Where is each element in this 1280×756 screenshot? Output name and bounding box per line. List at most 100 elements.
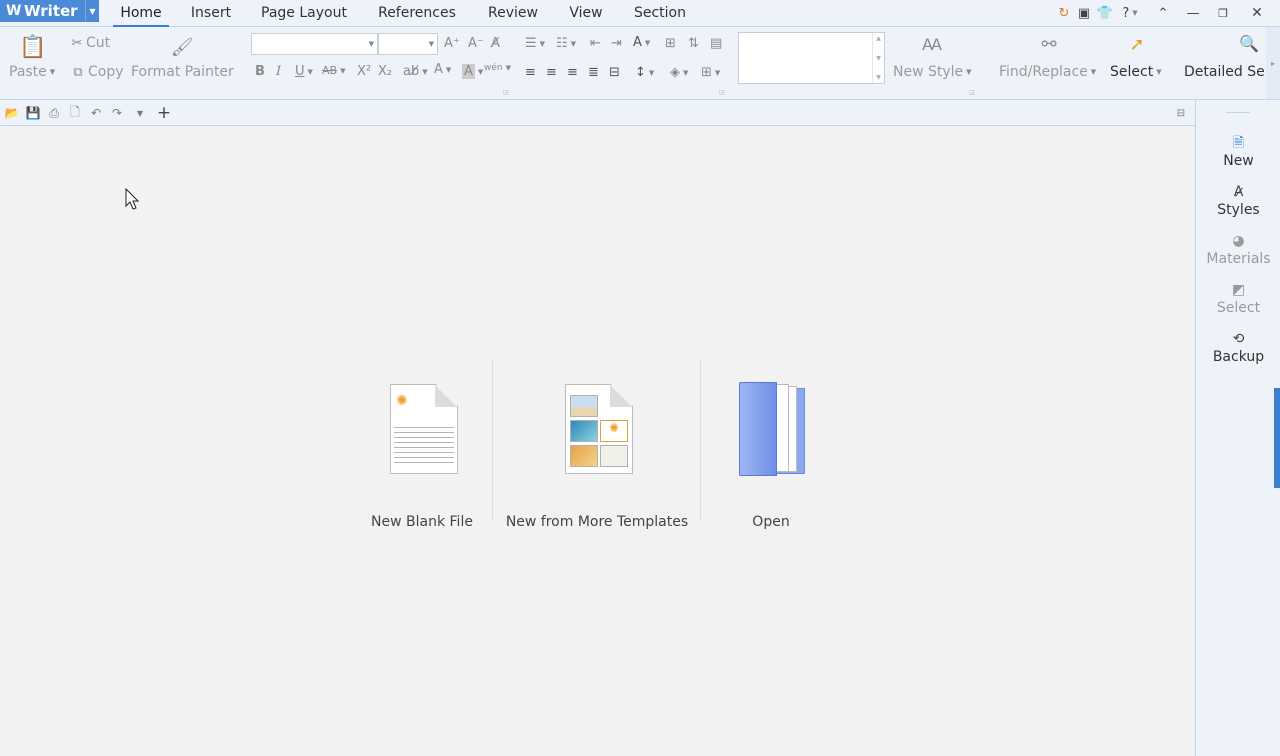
minimize-icon[interactable]: —: [1185, 4, 1201, 22]
brush-icon[interactable]: 🖌: [170, 33, 194, 61]
find-replace-button[interactable]: Find/Replace ▼: [999, 64, 1096, 80]
numbering-icon[interactable]: ☷ ▼: [556, 36, 576, 51]
styles-dialog-launcher[interactable]: ◲: [969, 89, 975, 96]
undo-icon[interactable]: ↶: [88, 105, 104, 121]
customize-toolbar-icon[interactable]: ▼: [132, 105, 148, 121]
style-gallery[interactable]: ▲ ▼ ▼: [738, 32, 885, 84]
tab-list-icon[interactable]: ⊟: [1173, 105, 1189, 121]
shrink-font-icon[interactable]: A⁻: [468, 36, 484, 51]
font-name-combo[interactable]: ▼: [251, 33, 378, 55]
italic-button[interactable]: I: [276, 64, 281, 79]
styles-icon: A̷: [1233, 184, 1244, 200]
grow-font-icon[interactable]: A⁺: [444, 36, 460, 51]
new-tab-plus-icon[interactable]: +: [156, 103, 172, 123]
tab-section[interactable]: Section: [629, 0, 691, 27]
new-from-templates-button[interactable]: ✺ New from More Templates: [497, 377, 697, 537]
increase-indent-icon[interactable]: ⇥: [611, 36, 622, 51]
sidebar-item-backup[interactable]: ⟲ Backup: [1196, 329, 1280, 365]
align-left-icon[interactable]: ≡: [525, 65, 536, 80]
format-painter-button[interactable]: Format Painter: [131, 64, 234, 80]
save-icon[interactable]: 💾: [25, 105, 41, 121]
copy-button[interactable]: ⧉ Copy: [68, 64, 123, 80]
select-cursor-icon[interactable]: ➚: [1126, 34, 1148, 55]
open-file-button[interactable]: Open: [721, 377, 821, 537]
paragraph-dialog-launcher[interactable]: ◲: [719, 89, 725, 96]
font-size-combo[interactable]: ▼: [378, 33, 438, 55]
bullets-icon[interactable]: ☰ ▼: [525, 36, 545, 51]
app-menu-button[interactable]: W Writer ▼: [0, 0, 99, 22]
sidebar-item-styles[interactable]: A̷ Styles: [1196, 182, 1280, 218]
sidebar-item-label: Backup: [1212, 349, 1265, 365]
clear-format-icon[interactable]: A̸: [491, 36, 500, 51]
font-dialog-launcher[interactable]: ◲: [503, 89, 509, 96]
new-style-button[interactable]: New Style ▼: [893, 64, 972, 80]
show-marks-icon[interactable]: ▤: [710, 36, 722, 51]
new-blank-file-button[interactable]: ✺ New Blank File: [362, 377, 482, 537]
shading-icon[interactable]: ◈ ▼: [670, 65, 688, 80]
cut-label: Cut: [86, 35, 111, 51]
sidebar-item-select[interactable]: ◩ Select: [1196, 280, 1280, 316]
style-gallery-scroll[interactable]: ▲ ▼ ▼: [872, 33, 884, 83]
tab-insert[interactable]: Insert: [185, 0, 237, 27]
strikethrough-button[interactable]: AB ▼: [322, 64, 345, 77]
sidebar-item-new[interactable]: 🗎 New: [1196, 133, 1280, 169]
chevron-down-icon[interactable]: ▼: [85, 0, 99, 22]
table-icon[interactable]: ⊞: [665, 36, 676, 51]
open-folder-icon[interactable]: 📂: [4, 105, 20, 121]
mouse-pointer-icon: [125, 188, 140, 210]
superscript-button[interactable]: X²: [357, 64, 371, 79]
skin-shirt-icon[interactable]: 👕: [1097, 4, 1113, 22]
align-right-icon[interactable]: ≡: [567, 65, 578, 80]
paste-button[interactable]: Paste ▼: [9, 64, 55, 80]
quick-access-toolbar: 📂 💾 ⎙ 🗋 ↶ ↷ ▼ + ⊟: [0, 100, 1195, 126]
distributed-icon[interactable]: ⊟: [609, 65, 620, 80]
underline-button[interactable]: U ▼: [295, 64, 313, 79]
new-style-icon[interactable]: Ꜳ: [920, 35, 944, 54]
tab-references[interactable]: References: [371, 0, 463, 27]
detailed-search-icon[interactable]: 🔍: [1237, 34, 1261, 53]
borders-icon[interactable]: ⊞ ▼: [701, 65, 720, 80]
sort-icon[interactable]: ⇅: [688, 36, 699, 51]
task-pane-sidebar: 🗎 New A̷ Styles ◕ Materials ◩ Select ⟲ B…: [1195, 100, 1280, 756]
tab-review[interactable]: Review: [482, 0, 544, 27]
sync-icon[interactable]: ↻: [1057, 4, 1071, 22]
subscript-button[interactable]: X₂: [378, 64, 392, 79]
detailed-search-button[interactable]: Detailed Se: [1184, 64, 1266, 80]
folder-icon: [739, 382, 809, 478]
collapse-ribbon-icon[interactable]: ⌃: [1155, 4, 1171, 22]
sidebar-item-label: Select: [1216, 300, 1261, 316]
font-color-button[interactable]: A ▼: [434, 62, 451, 77]
tab-view[interactable]: View: [562, 0, 610, 27]
line-spacing-icon[interactable]: ↕ ▼: [635, 65, 654, 80]
tab-page-layout[interactable]: Page Layout: [256, 0, 352, 27]
print-icon[interactable]: ⎙: [46, 105, 62, 121]
print-preview-icon[interactable]: 🗋: [67, 105, 83, 121]
sidebar-item-materials[interactable]: ◕ Materials: [1196, 231, 1280, 267]
new-blank-file-label: New Blank File: [371, 514, 473, 530]
sidebar-toggle-handle[interactable]: [1274, 388, 1280, 488]
paste-icon[interactable]: 📋: [19, 33, 46, 61]
align-center-icon[interactable]: ≡: [546, 65, 557, 80]
bold-button[interactable]: B: [255, 64, 265, 79]
sidebar-grip: [1226, 112, 1250, 113]
help-button[interactable]: ? ▼: [1118, 4, 1142, 22]
sidebar-item-label: New: [1223, 153, 1254, 169]
new-document-icon: 🗎: [1232, 135, 1245, 151]
justify-icon[interactable]: ≣: [588, 65, 599, 80]
font-icon[interactable]: ▣: [1077, 4, 1091, 22]
close-icon[interactable]: ✕: [1249, 4, 1265, 22]
restore-icon[interactable]: ❐: [1215, 4, 1231, 22]
tab-home[interactable]: Home: [113, 0, 169, 27]
highlight-button[interactable]: A ▼: [462, 64, 483, 79]
phonetic-guide-button[interactable]: wén ▼: [484, 63, 511, 73]
binoculars-icon[interactable]: ⚯: [1037, 34, 1061, 55]
decrease-indent-icon[interactable]: ⇤: [590, 36, 601, 51]
text-direction-icon[interactable]: A ▼: [633, 35, 650, 50]
cut-button[interactable]: ✂ Cut: [68, 35, 111, 51]
ribbon-scroll-right-icon[interactable]: ▸: [1266, 27, 1280, 99]
help-icon: ?: [1122, 5, 1130, 21]
select-button[interactable]: Select ▼: [1110, 64, 1162, 80]
menu-bar: W Writer ▼ Home Insert Page Layout Refer…: [0, 0, 1280, 27]
text-effect-icon[interactable]: ab̸ ▼: [403, 64, 428, 79]
redo-icon[interactable]: ↷: [109, 105, 125, 121]
